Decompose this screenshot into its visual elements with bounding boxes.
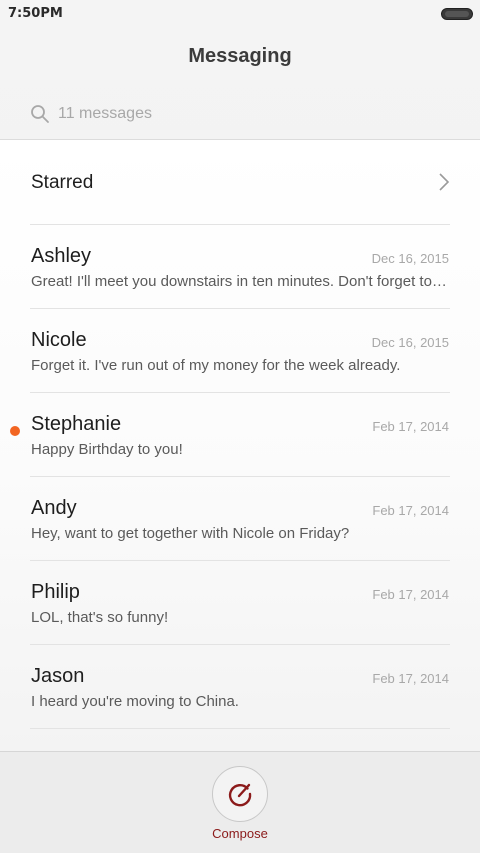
message-preview: Great! I'll meet you downstairs in ten m… bbox=[31, 273, 449, 290]
message-date: Dec 16, 2015 bbox=[371, 335, 449, 350]
contact-name: Ashley bbox=[31, 245, 92, 267]
contact-name: Andy bbox=[31, 497, 77, 519]
compose-label[interactable]: Compose bbox=[0, 826, 480, 841]
search-icon bbox=[31, 105, 49, 123]
conversation-item[interactable]: Stephanie Feb 17, 2014 Happy Birthday to… bbox=[0, 392, 480, 476]
search-bar[interactable]: 11 messages bbox=[30, 100, 450, 128]
chevron-right-icon bbox=[439, 173, 450, 191]
conversation-item[interactable]: Philip Feb 17, 2014 LOL, that's so funny… bbox=[0, 560, 480, 644]
message-preview: Happy Birthday to you! bbox=[31, 441, 183, 458]
search-placeholder: 11 messages bbox=[58, 105, 152, 122]
message-date: Feb 17, 2014 bbox=[372, 503, 449, 518]
unread-indicator bbox=[10, 426, 20, 436]
conversation-item[interactable]: Nicole Dec 16, 2015 Forget it. I've run … bbox=[0, 308, 480, 392]
conversation-item[interactable]: Andy Feb 17, 2014 Hey, want to get toget… bbox=[0, 476, 480, 560]
starred-row[interactable]: Starred bbox=[0, 140, 480, 224]
starred-label: Starred bbox=[31, 172, 94, 193]
conversation-item[interactable]: Ashley Dec 16, 2015 Great! I'll meet you… bbox=[0, 224, 480, 308]
message-date: Dec 16, 2015 bbox=[371, 251, 449, 266]
status-time: 7:50PM bbox=[8, 6, 63, 21]
message-date: Feb 17, 2014 bbox=[372, 671, 449, 686]
contact-name: Philip bbox=[31, 581, 80, 603]
compose-button[interactable] bbox=[212, 766, 268, 822]
message-date: Feb 17, 2014 bbox=[372, 587, 449, 602]
conversation-item[interactable]: Jason Feb 17, 2014 I heard you're moving… bbox=[0, 644, 480, 728]
message-date: Feb 17, 2014 bbox=[372, 419, 449, 434]
contact-name: Jason bbox=[31, 665, 85, 687]
message-preview: LOL, that's so funny! bbox=[31, 609, 169, 626]
contact-name: Stephanie bbox=[31, 413, 122, 435]
battery-icon bbox=[441, 8, 473, 20]
status-bar: 7:50PM bbox=[0, 0, 480, 28]
message-preview: Hey, want to get together with Nicole on… bbox=[31, 525, 350, 542]
row-divider bbox=[30, 728, 450, 729]
message-preview: I heard you're moving to China. bbox=[31, 693, 239, 710]
message-preview: Forget it. I've run out of my money for … bbox=[31, 357, 401, 374]
contact-name: Nicole bbox=[31, 329, 87, 351]
bottom-bar: Compose bbox=[0, 751, 480, 853]
page-title: Messaging bbox=[188, 45, 292, 67]
compose-icon bbox=[228, 783, 252, 807]
